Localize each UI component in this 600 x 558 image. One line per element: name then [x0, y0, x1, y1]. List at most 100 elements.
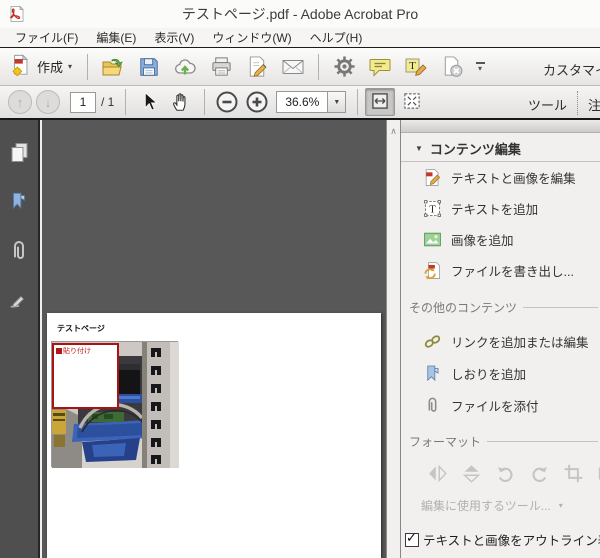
- outline-checkbox-row[interactable]: ✓ テキストと画像をアウトライン表示: [401, 530, 600, 549]
- svg-text:T: T: [409, 60, 416, 72]
- outline-checkbox[interactable]: ✓: [405, 533, 419, 547]
- add-image-item[interactable]: 画像を追加: [401, 224, 600, 255]
- signatures-button[interactable]: [5, 287, 33, 315]
- add-text-label: テキストを追加: [451, 199, 538, 218]
- tools-pane-button[interactable]: ツール: [528, 95, 567, 114]
- zoom-in-button[interactable]: [242, 87, 272, 117]
- page-number-input[interactable]: [70, 92, 96, 113]
- menu-edit[interactable]: 編集(E): [87, 28, 145, 47]
- vertical-scrollbar[interactable]: ∧: [386, 120, 400, 558]
- bookmarks-button[interactable]: [5, 189, 33, 217]
- fit-page-button[interactable]: [397, 88, 427, 116]
- flip-vertical-icon[interactable]: [461, 463, 482, 484]
- export-file-label: ファイルを書き出し...: [451, 261, 574, 280]
- text-highlight-icon: T: [404, 55, 428, 79]
- zoom-out-button[interactable]: [212, 87, 242, 117]
- add-bookmark-label: しおりを追加: [451, 364, 526, 383]
- rotate-left-icon[interactable]: [495, 463, 516, 484]
- scroll-up-icon[interactable]: ∧: [387, 126, 400, 137]
- more-tools-button[interactable]: ▾: [470, 62, 490, 72]
- menu-view[interactable]: 表示(V): [145, 28, 203, 47]
- fit-width-button[interactable]: [365, 88, 395, 116]
- format-tools-row: [401, 461, 600, 485]
- edit-tools-dropdown-label: 編集に使用するツール...: [421, 497, 551, 514]
- page-delete-icon: [441, 55, 464, 78]
- print-button[interactable]: [203, 52, 239, 82]
- email-button[interactable]: [275, 52, 311, 82]
- paperclip-icon: [423, 396, 442, 415]
- attach-file-item[interactable]: ファイルを添付: [401, 389, 600, 421]
- open-file-button[interactable]: [95, 52, 131, 82]
- format-section-label: フォーマット: [409, 433, 481, 450]
- attachments-button[interactable]: [5, 238, 33, 266]
- save-file-button[interactable]: [131, 52, 167, 82]
- toolbar-separator: [357, 89, 358, 115]
- zoom-dropdown-button[interactable]: ▼: [328, 91, 346, 113]
- page-total-label: / 1: [101, 95, 114, 109]
- hand-tool-button[interactable]: [165, 87, 197, 117]
- outline-checkbox-label: テキストと画像をアウトライン表示: [423, 530, 600, 549]
- export-file-item[interactable]: ファイルを書き出し...: [401, 255, 600, 286]
- flip-horizontal-icon[interactable]: [427, 463, 448, 484]
- bookmark-icon: [423, 364, 442, 383]
- paste-annotation-box[interactable]: 貼り付け: [52, 343, 119, 409]
- document-view[interactable]: テストページ: [42, 120, 386, 558]
- pdf-page[interactable]: テストページ: [47, 313, 381, 558]
- add-bookmark-item[interactable]: しおりを追加: [401, 357, 600, 389]
- edit-tools-dropdown[interactable]: 編集に使用するツール... ▾: [401, 497, 600, 514]
- export-file-icon: [423, 261, 442, 280]
- window-title: テストページ.pdf - Adobe Acrobat Pro: [0, 4, 600, 24]
- page-pen-icon: [246, 55, 269, 78]
- menu-help[interactable]: ヘルプ(H): [301, 28, 372, 47]
- menu-file[interactable]: ファイル(F): [6, 28, 87, 47]
- crop-icon[interactable]: [563, 463, 584, 484]
- svg-text:T: T: [429, 204, 436, 215]
- delete-page-button[interactable]: [434, 52, 470, 82]
- add-image-label: 画像を追加: [451, 230, 514, 249]
- pane-separator: [577, 91, 578, 115]
- fill-sign-button[interactable]: [239, 52, 275, 82]
- gear-icon: [333, 55, 356, 78]
- edit-text-image-item[interactable]: テキストと画像を編集: [401, 162, 600, 193]
- text-callout-button[interactable]: T: [398, 52, 434, 82]
- zoom-combobox[interactable]: 36.6% ▼: [276, 91, 346, 113]
- down-arrow-icon: ↓: [45, 95, 52, 110]
- add-text-item[interactable]: T テキストを追加: [401, 193, 600, 224]
- attach-file-label: ファイルを添付: [451, 396, 539, 415]
- embedded-photo[interactable]: 貼り付け: [51, 341, 178, 467]
- create-pdf-label: 作成: [37, 57, 63, 76]
- floppy-disk-icon: [138, 56, 160, 78]
- next-page-button[interactable]: ↓: [36, 90, 60, 114]
- create-pdf-button[interactable]: 作成 ▾: [6, 52, 80, 82]
- add-image-icon: [423, 230, 442, 249]
- fit-width-icon: [370, 91, 390, 114]
- other-content-section-label: その他のコンテンツ: [409, 299, 517, 316]
- preferences-button[interactable]: [326, 52, 362, 82]
- add-edit-link-label: リンクを追加または編集: [451, 332, 589, 351]
- zoom-value[interactable]: 36.6%: [276, 91, 328, 113]
- rotate-right-icon[interactable]: [529, 463, 550, 484]
- paperclip-icon: [7, 239, 31, 266]
- panel-header-label: コンテンツ編集: [430, 139, 521, 158]
- chevron-down-icon: ▾: [478, 65, 482, 72]
- comment-pane-button[interactable]: 注釈: [588, 95, 600, 114]
- previous-page-button[interactable]: ↑: [8, 90, 32, 114]
- customize-button[interactable]: カスタマイズ: [543, 60, 600, 79]
- navigation-toolbar: ↑ ↓ / 1: [0, 86, 600, 120]
- page-thumbnails-button[interactable]: [5, 140, 33, 168]
- add-text-icon: T: [423, 199, 442, 218]
- check-icon: ✓: [406, 530, 417, 546]
- acrobat-app-icon: [8, 5, 26, 23]
- add-edit-link-item[interactable]: リンクを追加または編集: [401, 325, 600, 357]
- main-area: テストページ: [0, 120, 600, 558]
- panel-header-content-editing[interactable]: ▼ コンテンツ編集: [401, 136, 600, 162]
- menubar: ファイル(F) 編集(E) 表示(V) ウィンドウ(W) ヘルプ(H): [0, 28, 600, 48]
- toolbar-separator: [318, 54, 319, 80]
- navigation-pane-sidebar: [0, 120, 40, 558]
- create-pdf-icon: [10, 54, 32, 79]
- select-tool-button[interactable]: [133, 87, 165, 117]
- menu-window[interactable]: ウィンドウ(W): [203, 28, 300, 47]
- send-to-cloud-button[interactable]: [167, 52, 203, 82]
- pdf-page-title: テストページ: [57, 323, 105, 334]
- comment-button[interactable]: [362, 52, 398, 82]
